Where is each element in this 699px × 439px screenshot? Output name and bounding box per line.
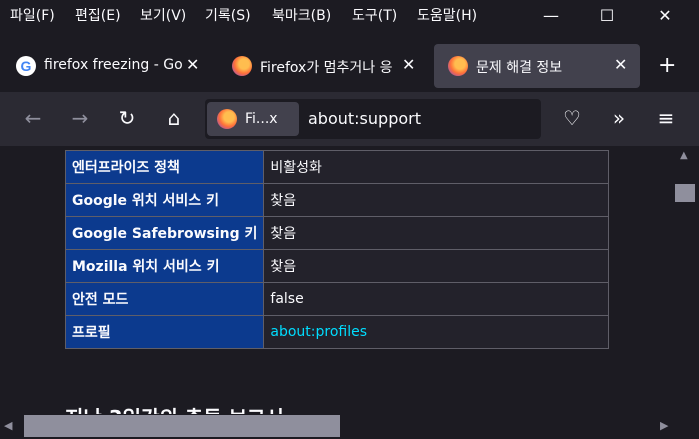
close-tab-icon[interactable]: ✕ xyxy=(614,55,627,74)
profiles-link[interactable]: about:profiles xyxy=(263,315,610,349)
row-value: false xyxy=(263,282,610,316)
back-button[interactable]: ← xyxy=(18,106,48,130)
vertical-scrollbar[interactable]: ▲ xyxy=(675,146,699,414)
table-row: 엔터프라이즈 정책 비활성화 xyxy=(64,150,610,184)
table-row: Google 위치 서비스 키 찾음 xyxy=(64,183,610,217)
row-key: Google Safebrowsing 키 xyxy=(64,216,265,250)
url-input[interactable]: about:support xyxy=(308,109,421,128)
maximize-button[interactable]: ☐ xyxy=(592,6,622,25)
menu-file[interactable]: 파일(F) xyxy=(10,5,55,25)
identity-box[interactable]: Fi...x xyxy=(207,102,299,136)
pocket-icon[interactable]: ♡ xyxy=(557,106,587,130)
table-row: 안전 모드 false xyxy=(64,282,610,316)
minimize-button[interactable]: — xyxy=(536,6,566,25)
scroll-left-icon[interactable]: ◀ xyxy=(4,419,12,432)
table-row: Mozilla 위치 서비스 키 찾음 xyxy=(64,249,610,283)
row-key: 안전 모드 xyxy=(64,282,265,316)
application-basics-table: 엔터프라이즈 정책 비활성화 Google 위치 서비스 키 찾음 Google… xyxy=(64,150,610,349)
tab-firefox-support[interactable]: Firefox가 멈추거나 응 ✕ xyxy=(218,44,428,88)
vertical-scroll-thumb[interactable] xyxy=(675,184,695,202)
menu-bar: 파일(F) 편집(E) 보기(V) 기록(S) 북마크(B) 도구(T) 도움말… xyxy=(0,0,699,30)
page-content: 엔터프라이즈 정책 비활성화 Google 위치 서비스 키 찾음 Google… xyxy=(0,146,675,414)
menu-history[interactable]: 기록(S) xyxy=(205,5,251,25)
table-row: 프로필 about:profiles xyxy=(64,315,610,349)
tab-title: Firefox가 멈추거나 응 xyxy=(260,60,393,76)
row-value: 찾음 xyxy=(263,216,610,250)
tab-title: 문제 해결 정보 xyxy=(476,60,563,76)
close-window-button[interactable]: ✕ xyxy=(650,6,680,25)
tab-google-search[interactable]: G firefox freezing - Go ✕ xyxy=(2,44,212,88)
row-key: 프로필 xyxy=(64,315,265,349)
horizontal-scroll-thumb[interactable] xyxy=(24,415,340,437)
new-tab-button[interactable]: + xyxy=(658,53,676,78)
tab-troubleshooting[interactable]: 문제 해결 정보 ✕ xyxy=(434,44,640,88)
row-key: 엔터프라이즈 정책 xyxy=(64,150,265,184)
crash-reports-heading: 지난 3일간의 충돌 보고서 xyxy=(65,402,284,414)
tab-bar: G firefox freezing - Go ✕ Firefox가 멈추거나 … xyxy=(0,40,699,92)
menu-view[interactable]: 보기(V) xyxy=(140,5,186,25)
row-value: 찾음 xyxy=(263,183,610,217)
scroll-up-icon[interactable]: ▲ xyxy=(680,150,688,161)
hamburger-menu-icon[interactable]: ≡ xyxy=(651,106,681,130)
home-button[interactable]: ⌂ xyxy=(159,106,189,130)
url-bar[interactable]: Fi...x about:support xyxy=(205,99,541,139)
firefox-icon xyxy=(232,56,252,76)
row-key: Google 위치 서비스 키 xyxy=(64,183,265,217)
google-icon: G xyxy=(16,56,36,76)
forward-button[interactable]: → xyxy=(65,106,95,130)
menu-edit[interactable]: 편집(E) xyxy=(75,5,121,25)
overflow-menu-button[interactable]: » xyxy=(604,106,634,130)
scroll-right-icon[interactable]: ▶ xyxy=(660,419,668,432)
firefox-icon xyxy=(217,109,237,129)
tab-title: firefox freezing - Go xyxy=(44,57,183,73)
horizontal-scrollbar[interactable]: ◀ ▶ xyxy=(0,414,699,439)
row-value: 찾음 xyxy=(263,249,610,283)
navigation-toolbar: ← → ↻ ⌂ Fi...x about:support ♡ » ≡ xyxy=(0,92,699,146)
menu-help[interactable]: 도움말(H) xyxy=(417,5,477,25)
firefox-icon xyxy=(448,56,468,76)
close-tab-icon[interactable]: ✕ xyxy=(402,55,415,74)
close-tab-icon[interactable]: ✕ xyxy=(186,55,199,74)
reload-button[interactable]: ↻ xyxy=(112,106,142,130)
row-key: Mozilla 위치 서비스 키 xyxy=(64,249,265,283)
menu-bookmarks[interactable]: 북마크(B) xyxy=(272,5,331,25)
identity-label: Fi...x xyxy=(245,111,278,127)
menu-tools[interactable]: 도구(T) xyxy=(352,5,397,25)
table-row: Google Safebrowsing 키 찾음 xyxy=(64,216,610,250)
row-value: 비활성화 xyxy=(263,150,610,184)
